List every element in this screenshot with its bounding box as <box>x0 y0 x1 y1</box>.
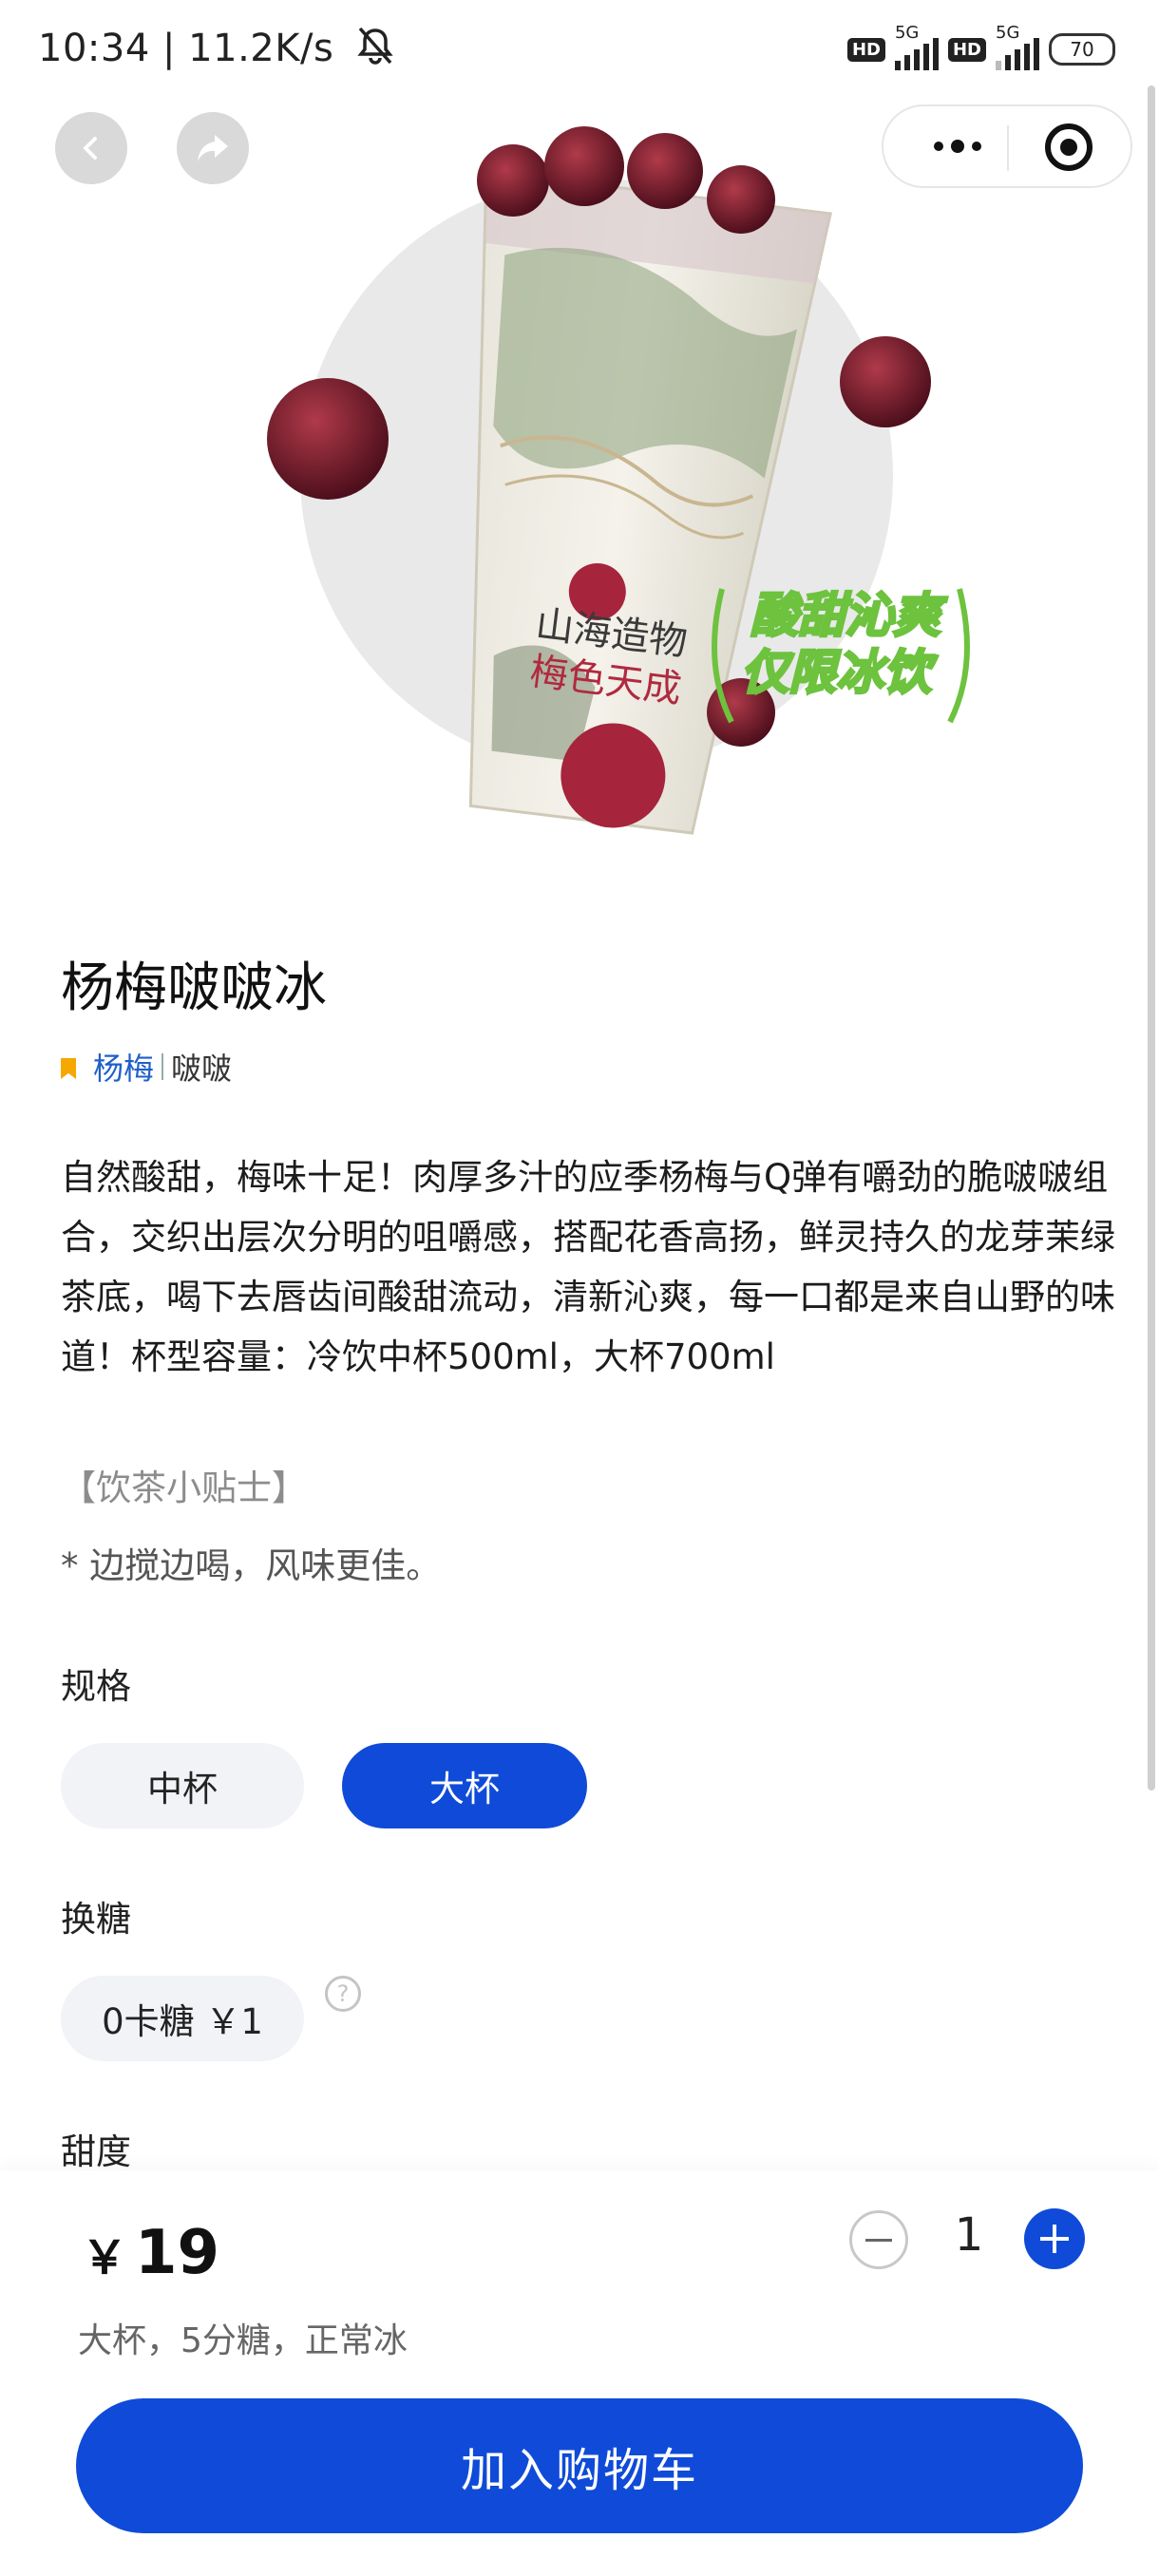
size-option-medium[interactable]: 中杯 <box>61 1743 304 1828</box>
miniapp-capsule <box>882 104 1132 188</box>
share-icon <box>198 135 228 161</box>
hd-badge-2: HD <box>947 37 986 62</box>
tip-title: 【饮茶小贴士】 <box>61 1468 307 1508</box>
product-tags: 杨梅 啵啵 <box>61 1045 232 1089</box>
status-time: 10:34 | 11.2K/s <box>38 23 398 70</box>
size-label: 规格 <box>61 1666 131 1707</box>
hero-slogan-2: 仅限冰饮 <box>741 645 938 700</box>
more-button[interactable] <box>910 106 1005 186</box>
product-hero-image: 山海造物 梅色天成 酸甜沁爽 仅限冰饮 <box>0 95 1159 912</box>
sugar-option-zero-cal[interactable]: 0卡糖 ￥1 <box>61 1976 304 2061</box>
status-time-text: 10:34 | 11.2K/s <box>38 27 334 70</box>
tag-secondary: 啵啵 <box>171 1051 233 1087</box>
price-value: 19 <box>135 2218 220 2288</box>
battery-icon: 70 <box>1049 33 1115 66</box>
minus-icon[interactable] <box>849 2210 908 2269</box>
close-miniapp-button[interactable] <box>1045 123 1092 171</box>
product-title: 杨梅啵啵冰 <box>61 957 327 1019</box>
tip-text: * 边搅边喝，风味更佳。 <box>61 1545 442 1586</box>
capsule-divider <box>1007 125 1009 171</box>
net-type-label-2: 5G <box>996 23 1020 43</box>
plus-icon[interactable] <box>1024 2208 1085 2269</box>
share-button[interactable] <box>177 112 249 184</box>
help-icon[interactable]: ? <box>325 1976 361 2012</box>
close-miniapp-icon <box>1060 139 1077 156</box>
signal-icon-2: 5G <box>996 23 1039 70</box>
status-bar: 10:34 | 11.2K/s HD 5G HD 5G 70 <box>0 0 1159 95</box>
bookmark-icon <box>61 1058 76 1079</box>
back-icon <box>84 137 97 160</box>
quantity-value: 1 <box>954 2208 984 2262</box>
hero-slogan-1: 酸甜沁爽 <box>750 588 948 643</box>
product-description: 自然酸甜，梅味十足！肉厚多汁的应季杨梅与Q弹有嚼劲的脆啵啵组合，交织出层次分明的… <box>61 1157 1115 1377</box>
scrollbar[interactable] <box>1148 85 1155 1790</box>
back-button[interactable] <box>55 112 127 184</box>
add-to-cart-button[interactable]: 加入购物车 <box>76 2398 1083 2533</box>
sugar-label: 换糖 <box>61 1899 131 1940</box>
mute-icon <box>356 27 393 65</box>
status-icons: HD 5G HD 5G 70 <box>846 23 1115 70</box>
tag-primary[interactable]: 杨梅 <box>93 1045 154 1089</box>
bottom-bar: ￥ 19 大杯，5分糖，正常冰 1 加入购物车 <box>0 2170 1159 2576</box>
tag-divider <box>162 1053 164 1080</box>
sweetness-label: 甜度 <box>61 2131 131 2172</box>
more-icon <box>934 142 943 151</box>
size-option-large[interactable]: 大杯 <box>342 1743 587 1828</box>
product-illustration: 山海造物 梅色天成 酸甜沁爽 仅限冰饮 <box>267 126 970 835</box>
price: ￥ 19 <box>82 2218 219 2288</box>
net-type-label: 5G <box>894 23 920 43</box>
signal-icon: 5G <box>894 23 939 70</box>
price-currency: ￥ <box>82 2231 128 2284</box>
hd-badge: HD <box>846 37 885 62</box>
selection-summary: 大杯，5分糖，正常冰 <box>78 2321 408 2360</box>
